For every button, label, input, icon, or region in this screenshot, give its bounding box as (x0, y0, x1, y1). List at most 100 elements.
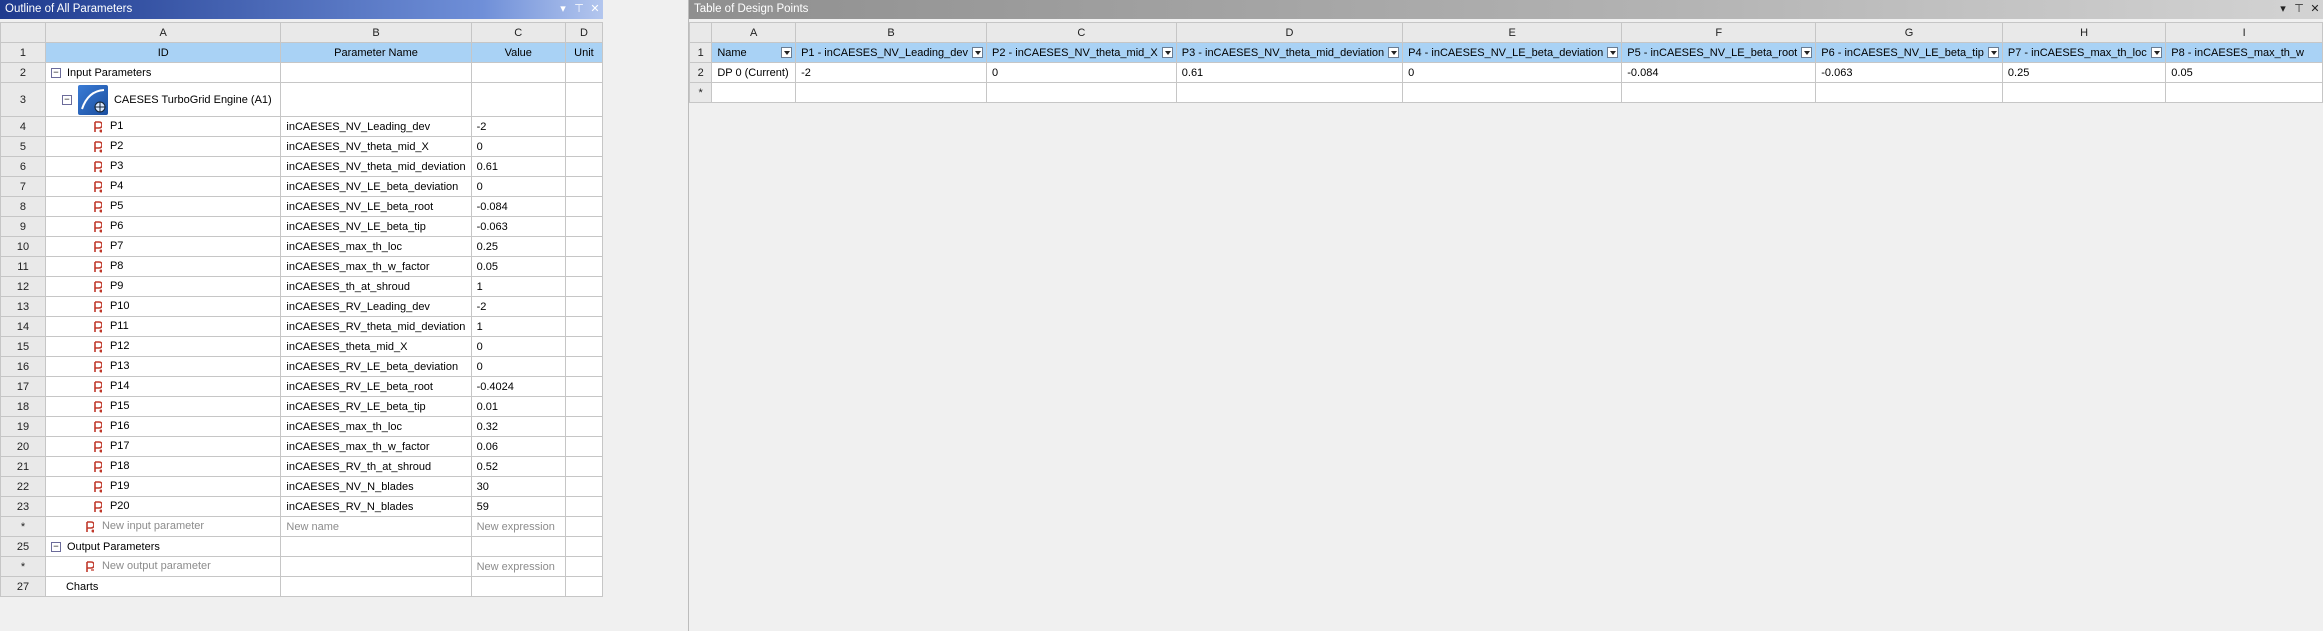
dropdown-icon[interactable]: ▾ (555, 0, 571, 19)
parameter-row[interactable]: 22 P19 inCAESES_NV_N_blades 30 (0, 476, 603, 497)
design-point-value-cell[interactable]: -0.063 (1815, 62, 2003, 83)
design-header-cell[interactable]: P2 - inCAESES_NV_theta_mid_X (986, 42, 1177, 63)
row-number[interactable]: 14 (0, 316, 46, 337)
corner-cell[interactable] (689, 22, 713, 43)
design-header-cell[interactable]: P8 - inCAESES_max_th_w (2165, 42, 2323, 63)
row-number[interactable]: 15 (0, 336, 46, 357)
parameter-row[interactable]: 10 P7 inCAESES_max_th_loc 0.25 (0, 236, 603, 257)
row-number[interactable]: 10 (0, 236, 46, 257)
column-filter-dropdown-icon[interactable] (1801, 47, 1813, 58)
row-number[interactable]: 27 (0, 576, 46, 597)
parameter-value-cell[interactable]: 30 (470, 476, 566, 497)
empty-cell[interactable] (1402, 82, 1623, 103)
header-value[interactable]: Value (470, 42, 566, 63)
design-header-cell[interactable]: Name (711, 42, 797, 63)
row-number[interactable]: * (689, 82, 713, 103)
column-filter-dropdown-icon[interactable] (781, 47, 793, 58)
parameter-id-cell[interactable]: P9 (44, 276, 282, 297)
parameter-unit-cell[interactable] (564, 256, 603, 277)
parameter-name-cell[interactable]: inCAESES_NV_theta_mid_X (280, 136, 472, 157)
parameter-name-cell[interactable]: inCAESES_RV_th_at_shroud (280, 456, 472, 477)
parameter-id-cell[interactable]: P8 (44, 256, 282, 277)
empty-cell[interactable] (280, 536, 472, 557)
parameter-unit-cell[interactable] (564, 316, 603, 337)
parameter-name-cell[interactable]: inCAESES_RV_LE_beta_deviation (280, 356, 472, 377)
parameter-unit-cell[interactable] (564, 416, 603, 437)
column-letter-c[interactable]: C (470, 22, 566, 43)
row-number[interactable]: 19 (0, 416, 46, 437)
collapse-toggle-icon[interactable]: − (61, 94, 72, 105)
empty-cell[interactable] (1621, 82, 1817, 103)
output-parameters-row[interactable]: 25− Output Parameters (0, 536, 603, 557)
design-header-cell[interactable]: P6 - inCAESES_NV_LE_beta_tip (1815, 42, 2003, 63)
parameter-name-cell[interactable]: inCAESES_max_th_w_factor (280, 436, 472, 457)
empty-cell[interactable] (564, 62, 603, 83)
parameter-id-cell[interactable]: P2 (44, 136, 282, 157)
empty-cell[interactable] (986, 82, 1177, 103)
parameter-value-cell[interactable]: -2 (470, 116, 566, 137)
charts-cell[interactable]: Charts (44, 576, 282, 597)
new-expression-cell[interactable]: New expression (470, 516, 566, 537)
parameter-name-cell[interactable]: inCAESES_max_th_loc (280, 416, 472, 437)
empty-cell[interactable] (2001, 82, 2167, 103)
empty-cell[interactable] (470, 536, 566, 557)
charts-row[interactable]: 27 Charts (0, 576, 603, 597)
parameter-value-cell[interactable]: 0.25 (470, 236, 566, 257)
column-letter-a[interactable]: A (44, 22, 282, 43)
column-letter-c[interactable]: C (986, 22, 1177, 43)
parameter-row[interactable]: 13 P10 inCAESES_RV_Leading_dev -2 (0, 296, 603, 317)
parameter-value-cell[interactable]: 0.06 (470, 436, 566, 457)
column-letter-f[interactable]: F (1621, 22, 1817, 43)
parameter-value-cell[interactable]: 0 (470, 356, 566, 377)
parameter-id-cell[interactable]: P19 (44, 476, 282, 497)
parameter-unit-cell[interactable] (564, 136, 603, 157)
empty-cell[interactable] (1815, 82, 2003, 103)
design-point-value-cell[interactable]: 0 (986, 62, 1177, 83)
parameter-name-cell[interactable]: inCAESES_NV_LE_beta_root (280, 196, 472, 217)
parameter-row[interactable]: 7 P4 inCAESES_NV_LE_beta_deviation 0 (0, 176, 603, 197)
parameter-row[interactable]: 5 P2 inCAESES_NV_theta_mid_X 0 (0, 136, 603, 157)
empty-cell[interactable] (280, 576, 472, 597)
parameter-unit-cell[interactable] (564, 116, 603, 137)
column-letter-h[interactable]: H (2001, 22, 2167, 43)
parameter-unit-cell[interactable] (564, 236, 603, 257)
design-header-cell[interactable]: P4 - inCAESES_NV_LE_beta_deviation (1402, 42, 1623, 63)
row-number[interactable]: * (0, 516, 46, 537)
column-filter-dropdown-icon[interactable] (1987, 47, 1999, 58)
parameter-unit-cell[interactable] (564, 436, 603, 457)
row-number[interactable]: 8 (0, 196, 46, 217)
row-number[interactable]: 1 (689, 42, 713, 63)
design-point-value-cell[interactable]: -2 (795, 62, 988, 83)
column-letter-d[interactable]: D (564, 22, 603, 43)
parameter-value-cell[interactable]: 0 (470, 176, 566, 197)
new-design-point-row[interactable]: * (689, 82, 2323, 103)
parameter-id-cell[interactable]: P6 (44, 216, 282, 237)
row-number[interactable]: 6 (0, 156, 46, 177)
parameter-name-cell[interactable]: inCAESES_NV_LE_beta_tip (280, 216, 472, 237)
parameter-value-cell[interactable]: 0 (470, 136, 566, 157)
header-parameter-name[interactable]: Parameter Name (280, 42, 472, 63)
empty-cell[interactable] (280, 62, 472, 83)
row-number[interactable]: 7 (0, 176, 46, 197)
parameter-name-cell[interactable]: inCAESES_RV_LE_beta_root (280, 376, 472, 397)
parameter-id-cell[interactable]: P4 (44, 176, 282, 197)
parameter-id-cell[interactable]: P5 (44, 196, 282, 217)
parameter-row[interactable]: 16 P13 inCAESES_RV_LE_beta_deviation 0 (0, 356, 603, 377)
parameter-value-cell[interactable]: -0.063 (470, 216, 566, 237)
parameter-row[interactable]: 12 P9 inCAESES_th_at_shroud 1 (0, 276, 603, 297)
header-unit[interactable]: Unit (564, 42, 603, 63)
output-parameters-cell[interactable]: − Output Parameters (44, 536, 282, 557)
empty-cell[interactable] (470, 576, 566, 597)
row-number[interactable]: * (0, 556, 46, 577)
design-point-value-cell[interactable]: 0.05 (2165, 62, 2323, 83)
header-id[interactable]: ID (44, 42, 282, 63)
new-input-parameter-cell[interactable]: New input parameter (44, 516, 282, 537)
column-letter-a[interactable]: A (711, 22, 797, 43)
column-letter-e[interactable]: E (1402, 22, 1623, 43)
parameter-id-cell[interactable]: P3 (44, 156, 282, 177)
parameter-id-cell[interactable]: P15 (44, 396, 282, 417)
parameter-row[interactable]: 9 P6 inCAESES_NV_LE_beta_tip -0.063 (0, 216, 603, 237)
design-header-cell[interactable]: P7 - inCAESES_max_th_loc (2001, 42, 2167, 63)
engine-row[interactable]: 3 − CAESES TurboGrid Engine (A1) (0, 82, 603, 117)
row-number[interactable]: 18 (0, 396, 46, 417)
